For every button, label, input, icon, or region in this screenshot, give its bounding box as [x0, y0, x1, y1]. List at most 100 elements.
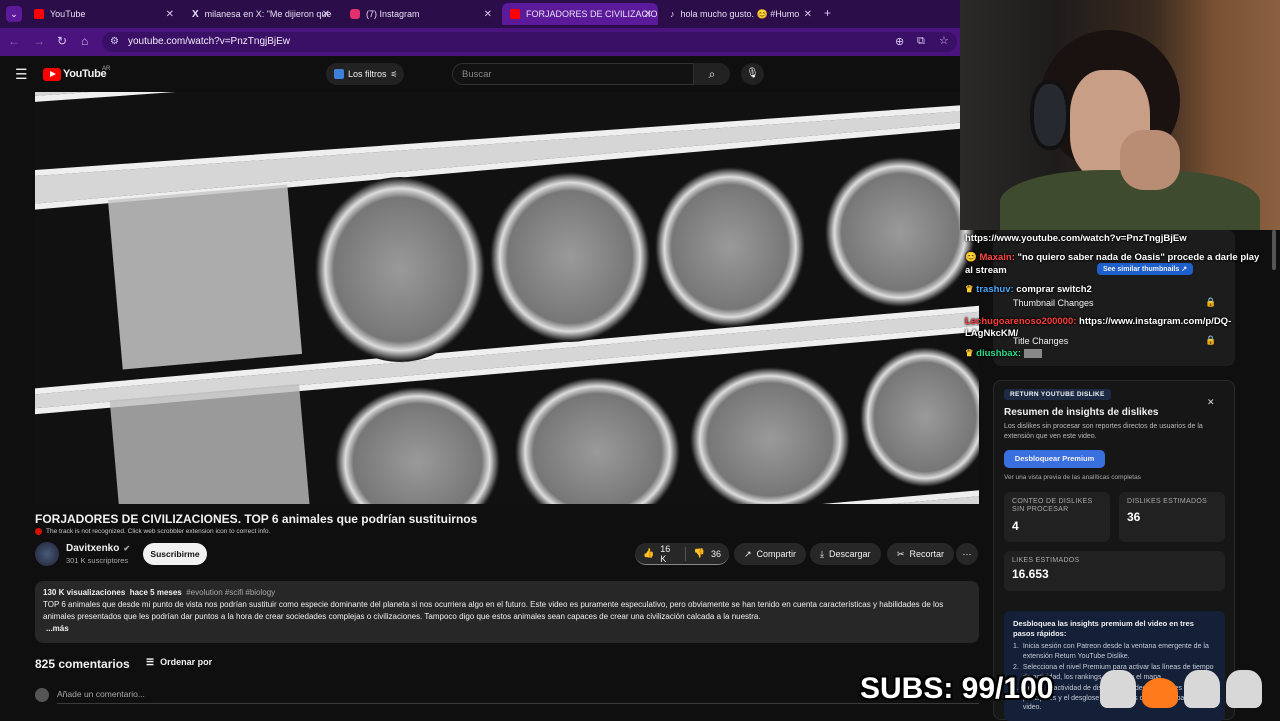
close-tab-icon[interactable]: ✕	[484, 9, 492, 20]
brain-scan-image	[690, 367, 850, 504]
chat-text: comprar switch2	[1016, 284, 1092, 295]
chat-username: diushbax:	[976, 348, 1022, 359]
emote-image	[1023, 348, 1042, 358]
description-box[interactable]: 130 K visualizaciones hace 5 meses #evol…	[35, 581, 979, 643]
clip-button[interactable]: ✂ Recortar	[887, 543, 955, 565]
chat-message: https://www.youtube.com/watch?v=PnzTngjB…	[965, 233, 1265, 244]
share-icon: ↗	[744, 548, 752, 559]
cat-emote-image	[1100, 670, 1136, 708]
tab-label: (7) Instagram	[366, 9, 420, 19]
close-tab-icon[interactable]: ✕	[166, 9, 174, 20]
filters-label: Los filtros	[348, 69, 387, 79]
close-icon[interactable]: ✕	[1207, 397, 1215, 408]
home-icon[interactable]: ⌂	[81, 34, 88, 48]
brain-scan-image	[490, 172, 650, 342]
tab-list-button[interactable]: ⌄	[6, 6, 22, 22]
site-info-icon[interactable]: ⚙	[110, 36, 119, 47]
install-app-icon[interactable]: ⧉	[917, 35, 925, 48]
bookmark-star-icon[interactable]: ☆	[939, 34, 949, 47]
forward-icon[interactable]: →	[33, 34, 45, 48]
voice-search-button[interactable]: 🎙	[741, 63, 764, 85]
youtube-favicon-icon	[510, 9, 520, 19]
search-button[interactable]: ⌕	[694, 63, 730, 85]
sort-icon: ☰	[146, 657, 155, 667]
page-scrollbar[interactable]	[1272, 230, 1276, 270]
clip-label: Recortar	[909, 549, 945, 559]
ryd-title: Resumen de insights de dislikes	[1004, 407, 1159, 418]
brain-scan-image	[315, 177, 485, 362]
close-tab-icon[interactable]: ✕	[644, 9, 652, 20]
download-button[interactable]: ⤓ Descargar	[810, 543, 881, 565]
brain-scan-image	[825, 157, 975, 307]
video-player[interactable]	[35, 92, 979, 504]
estimated-likes-card: LIKES ESTIMADOS 16.653	[1004, 551, 1225, 591]
raw-dislikes-label: CONTEO DE DISLIKES SIN PROCESAR	[1012, 498, 1093, 513]
new-tab-icon[interactable]: +	[824, 6, 831, 20]
spine-xray-image	[107, 184, 303, 370]
subs-counter: SUBS: 99/100	[860, 672, 1054, 705]
address-bar[interactable]: ⚙ youtube.com/watch?v=PnzTngjBjEw ⊕ ⧉ ☆	[102, 32, 957, 52]
subscribe-button[interactable]: Suscribirme	[143, 543, 207, 565]
brain-scan-image	[860, 347, 979, 487]
url-text[interactable]: youtube.com/watch?v=PnzTngjBjEw	[128, 36, 290, 47]
search-placeholder: Buscar	[462, 69, 492, 80]
chat-message: 😊 Maxain: "no quiero saber nada de Oasis…	[965, 251, 1265, 277]
streamer-hand	[1120, 130, 1180, 190]
menu-icon[interactable]: ☰	[15, 66, 28, 83]
x-favicon-icon: X	[192, 8, 199, 20]
thumbnail-changes-label[interactable]: Thumbnail Changes	[1013, 298, 1094, 308]
ryd-header: RETURN YOUTUBE DISLIKE	[1004, 389, 1111, 400]
microphone-icon: 🎙	[746, 68, 759, 79]
tab-x[interactable]: Xmilanesa en X: "Me dijieron que ✕	[184, 3, 336, 25]
unlock-premium-button[interactable]: Desbloquear Premium	[1004, 450, 1105, 468]
estimated-likes-value: 16.653	[1012, 567, 1049, 581]
download-icon: ⤓	[820, 548, 824, 559]
youtube-logo-text[interactable]: YouTube	[63, 68, 107, 80]
dislike-count: 36	[710, 548, 721, 559]
tab-youtube[interactable]: YouTube ✕	[26, 3, 180, 25]
channel-name[interactable]: Davitxenko ✔	[66, 543, 130, 554]
filters-button[interactable]: Los filtros ⚟	[326, 63, 404, 85]
tab-label: milanesa en X: "Me dijieron que	[204, 9, 332, 19]
back-icon[interactable]: ←	[8, 34, 20, 48]
search-icon: ⌕	[708, 67, 716, 81]
crown-badge-icon: ♛	[965, 284, 974, 295]
hashtags[interactable]: #evolution #scifi #biology	[186, 588, 275, 597]
close-tab-icon[interactable]: ✕	[804, 9, 812, 20]
brain-scan-image	[655, 167, 805, 327]
add-comment-input[interactable]: Añade un comentario...	[57, 689, 145, 699]
zoom-icon[interactable]: ⊕	[895, 35, 904, 48]
like-button[interactable]: 👍 16 K	[643, 544, 677, 564]
scrobbler-text: The track is not recognized. Click web s…	[46, 528, 271, 535]
close-tab-icon[interactable]: ✕	[322, 9, 330, 20]
tab-label: YouTube	[50, 9, 86, 19]
youtube-logo-icon[interactable]	[43, 68, 61, 81]
tab-instagram[interactable]: (7) Instagram ✕	[342, 3, 498, 25]
sort-comments-button[interactable]: ☰ Ordenar por	[146, 657, 212, 668]
reload-icon[interactable]: ↻	[57, 34, 67, 48]
scrobbler-notice[interactable]: The track is not recognized. Click web s…	[35, 528, 270, 535]
chat-text: https://www.youtube.com/watch?v=PnzTngjB…	[965, 233, 1187, 244]
premium-steps-title: Desbloquea las insights premium del vide…	[1013, 619, 1194, 638]
search-input[interactable]: Buscar	[452, 63, 694, 85]
cat-emotes	[1100, 662, 1275, 708]
channel-name-text: Davitxenko	[66, 543, 120, 554]
share-button[interactable]: ↗ Compartir	[734, 543, 807, 565]
more-actions-button[interactable]: ⋯	[956, 543, 978, 565]
share-label: Compartir	[756, 549, 797, 559]
dislike-button[interactable]: 👎 36	[694, 548, 721, 559]
preview-note: Ver una vista previa de las analíticas c…	[1004, 474, 1141, 481]
thumbs-up-icon: 👍	[643, 548, 655, 558]
browser-tab-bar: ⌄ YouTube ✕ Xmilanesa en X: "Me dijieron …	[0, 0, 960, 28]
scrobbler-icon	[35, 528, 42, 535]
download-label: Descargar	[828, 549, 871, 559]
show-more-link[interactable]: ...más	[43, 623, 971, 635]
youtube-favicon-icon	[34, 9, 44, 19]
sliders-icon: ⚟	[390, 69, 398, 79]
estimated-dislikes-value: 36	[1127, 510, 1141, 524]
premium-step: Inicia sesión con Patreon desde la venta…	[1022, 643, 1209, 660]
channel-avatar[interactable]	[35, 542, 59, 566]
tab-forjadores-active[interactable]: FORJADORES DE CIVILIZACION ✕	[502, 3, 658, 25]
unlock-premium-label: Desbloquear Premium	[1014, 454, 1095, 463]
tab-tiktok[interactable]: ♪ hola mucho gusto. 😊 #Humo ✕	[662, 3, 818, 25]
